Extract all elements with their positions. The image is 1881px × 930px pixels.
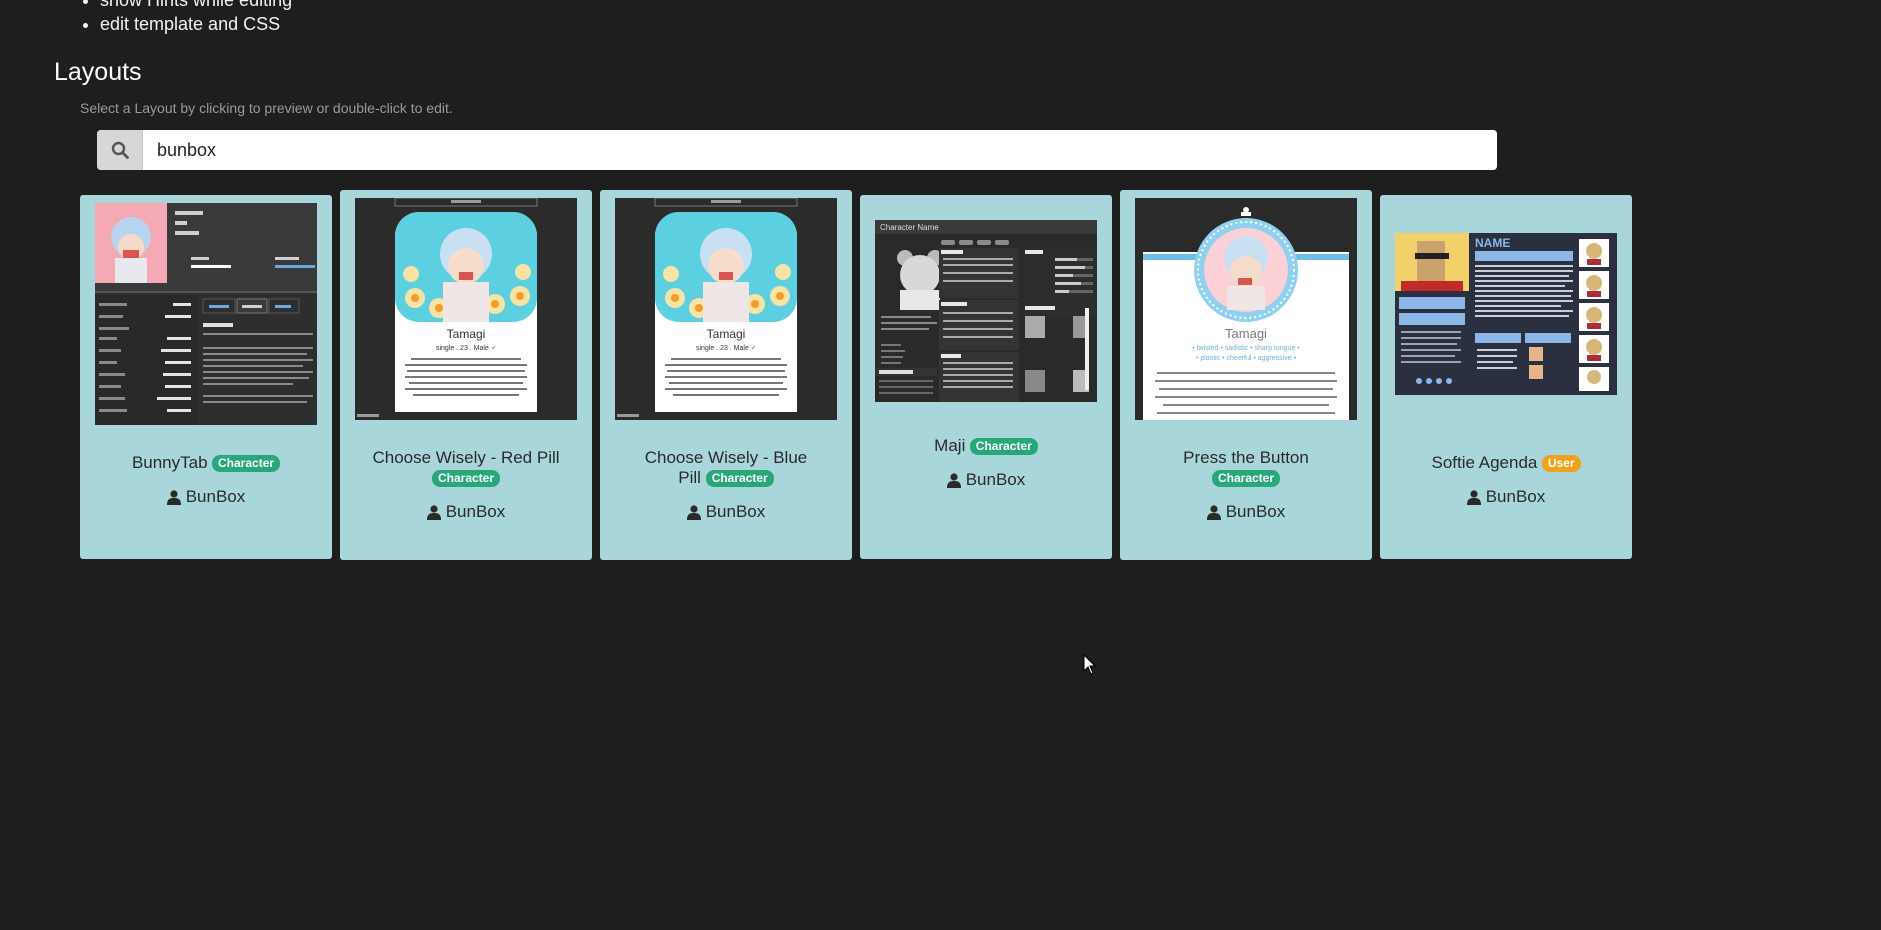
card-name: BunnyTab xyxy=(131,453,208,472)
blue-pill-preview: Tamagi single . 23 . Male ♂ xyxy=(615,198,837,420)
softie-agenda-preview: NAME xyxy=(1395,233,1617,395)
layout-thumbnail xyxy=(95,203,317,425)
card-name: Maji xyxy=(934,436,966,455)
type-badge: Character xyxy=(431,470,501,488)
red-pill-preview: Tamagi single . 23 . Male ♂ xyxy=(355,198,577,420)
author-name: BunBox xyxy=(965,470,1026,489)
type-badge: Character xyxy=(969,438,1038,456)
preview-header: Character Name xyxy=(880,223,939,232)
user-icon xyxy=(946,472,961,488)
card-title-row: Choose Wisely - Blue Pill Character xyxy=(600,448,852,488)
search-icon xyxy=(111,141,129,159)
layout-thumbnail: Tamagi single . 23 . Male ♂ xyxy=(615,198,837,420)
layout-thumbnail: Tamagi • twisted • sadistic • sharp tong… xyxy=(1135,198,1357,420)
layout-grid: BunnyTab Character BunBox Tamagi single … xyxy=(80,190,1632,560)
author-name: BunBox xyxy=(1225,502,1286,521)
layout-card[interactable]: Character Name Maji Character BunBox xyxy=(860,195,1112,559)
card-title-row: Softie Agenda User xyxy=(1380,453,1632,473)
author-name: BunBox xyxy=(445,502,506,521)
user-icon xyxy=(1466,489,1481,505)
card-author: BunBox xyxy=(1380,487,1632,507)
preview-tags: • plastic • cheerful • aggressive • xyxy=(1196,355,1297,362)
preview-sub: single . 23 . Male ♂ xyxy=(436,345,496,352)
page: show Hints while editing edit template a… xyxy=(0,0,1881,930)
section-title: Layouts xyxy=(54,58,142,86)
user-icon xyxy=(166,489,181,505)
preview-sub: single . 23 . Male ♂ xyxy=(696,345,756,352)
preview-tags: • twisted • sadistic • sharp tongue • xyxy=(1192,345,1300,352)
layout-card[interactable]: BunnyTab Character BunBox xyxy=(80,195,332,559)
author-name: BunBox xyxy=(705,502,766,521)
layout-thumbnail: NAME xyxy=(1395,233,1617,395)
feature-item: edit template and CSS xyxy=(100,12,292,36)
layout-card[interactable]: Tamagi single . 23 . Male ♂ Choose Wisel… xyxy=(340,190,592,560)
user-icon xyxy=(1206,504,1221,520)
feature-item: show Hints while editing xyxy=(100,0,292,12)
card-title-row: BunnyTab Character xyxy=(80,453,332,473)
author-name: BunBox xyxy=(185,487,246,506)
search-button[interactable] xyxy=(97,130,143,170)
card-author: BunBox xyxy=(340,502,592,522)
card-author: BunBox xyxy=(600,502,852,522)
thumb-wrap: Character Name xyxy=(860,203,1112,406)
card-name: Press the Button xyxy=(1183,448,1309,467)
preview-heading: NAME xyxy=(1475,236,1510,250)
card-name: Choose Wisely - Red Pill xyxy=(372,448,560,467)
press-button-preview: Tamagi • twisted • sadistic • sharp tong… xyxy=(1135,198,1357,420)
preview-name: Tamagi xyxy=(447,327,486,341)
layout-card[interactable]: Tamagi • twisted • sadistic • sharp tong… xyxy=(1120,190,1372,560)
card-name: Softie Agenda xyxy=(1431,453,1538,472)
search-bar xyxy=(97,130,1497,170)
card-name-wrap: Choose Wisely - Blue Pill Character xyxy=(600,448,852,488)
card-title-row: Choose Wisely - Red Pill Character xyxy=(340,448,592,488)
card-title-row: Press the Button Character xyxy=(1120,448,1372,488)
layout-card[interactable]: NAME Softie Agenda User BunBox xyxy=(1380,195,1632,559)
type-badge: Character xyxy=(1211,470,1281,488)
card-author: BunBox xyxy=(80,487,332,507)
card-author: BunBox xyxy=(860,470,1112,490)
layout-card[interactable]: Tamagi single . 23 . Male ♂ Choose Wisel… xyxy=(600,190,852,560)
user-icon xyxy=(426,504,441,520)
bunnytab-preview xyxy=(95,203,317,425)
maji-preview: Character Name xyxy=(875,220,1097,402)
section-hint: Select a Layout by clicking to preview o… xyxy=(80,100,453,116)
type-badge: Character xyxy=(212,455,281,473)
layout-thumbnail: Tamagi single . 23 . Male ♂ xyxy=(355,198,577,420)
preview-name: Tamagi xyxy=(707,327,746,341)
preview-name: Tamagi xyxy=(1225,326,1267,341)
author-name: BunBox xyxy=(1485,487,1546,506)
type-badge: Character xyxy=(705,470,774,488)
card-title-row: Maji Character xyxy=(860,436,1112,456)
feature-list: show Hints while editing edit template a… xyxy=(78,0,292,36)
thumb-wrap: NAME xyxy=(1380,203,1632,423)
user-icon xyxy=(686,504,701,520)
card-author: BunBox xyxy=(1120,502,1372,522)
type-badge: User xyxy=(1541,455,1581,473)
search-input[interactable] xyxy=(143,130,1497,170)
layout-thumbnail: Character Name xyxy=(875,220,1097,402)
mouse-cursor-icon xyxy=(1083,654,1097,675)
